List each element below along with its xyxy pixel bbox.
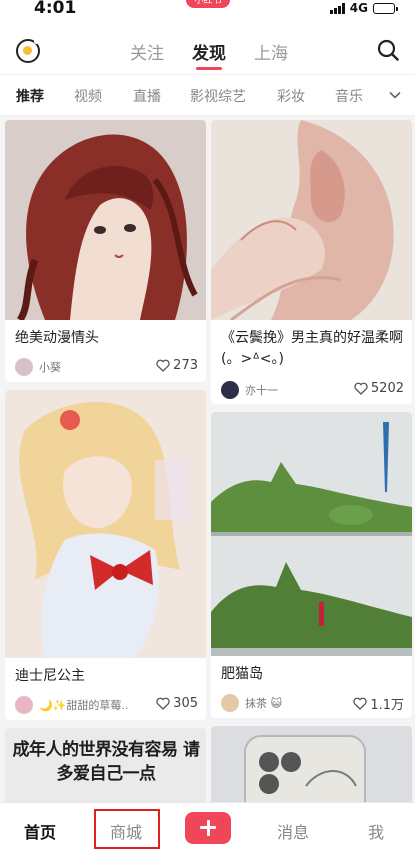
status-bar: 4:01 小红书 4G xyxy=(0,0,415,22)
note-card[interactable]: 《云鬓挽》男主真的好温柔啊 (。>ᐞ<。) 亦十一 5202 xyxy=(211,120,412,404)
note-image xyxy=(211,726,412,802)
author-name[interactable]: 小葵 xyxy=(39,359,61,375)
note-card[interactable]: 成年人的世界没有容易 请多爱自己一点 xyxy=(5,728,206,802)
logo-icon[interactable] xyxy=(16,39,40,63)
plus-icon[interactable] xyxy=(185,812,231,844)
note-image xyxy=(211,412,412,656)
note-image xyxy=(5,120,206,320)
tab-messages[interactable]: 消息 xyxy=(277,819,309,843)
note-card[interactable] xyxy=(211,726,412,802)
note-meta: 🌙✨甜甜的草莓... 305 xyxy=(15,696,198,714)
status-indicators: 4G xyxy=(329,1,398,15)
heart-icon xyxy=(353,697,367,710)
category-bar: 推荐 视频 直播 影视综艺 彩妆 音乐 xyxy=(0,74,415,116)
category-film[interactable]: 影视综艺 xyxy=(190,86,246,106)
category-makeup[interactable]: 彩妆 xyxy=(277,86,305,106)
like-button[interactable]: 273 xyxy=(156,358,198,373)
battery-icon xyxy=(373,2,398,14)
like-button[interactable]: 305 xyxy=(156,696,198,711)
top-nav: 关注 发现 上海 xyxy=(0,22,415,74)
tab-following[interactable]: 关注 xyxy=(130,39,164,64)
avatar[interactable] xyxy=(221,694,239,712)
chevron-down-icon[interactable] xyxy=(389,89,401,101)
note-meta: 小葵 273 xyxy=(15,358,198,376)
note-meta: 亦十一 5202 xyxy=(221,381,404,399)
heart-icon xyxy=(156,697,170,710)
category-live[interactable]: 直播 xyxy=(133,86,161,106)
note-image xyxy=(5,390,206,658)
author-name[interactable]: 🌙✨甜甜的草莓... xyxy=(39,697,129,713)
like-button[interactable]: 1.1万 xyxy=(353,694,404,713)
note-card[interactable]: 肥猫岛 抹茶 😺 1.1万 xyxy=(211,412,412,718)
avatar[interactable] xyxy=(15,358,33,376)
note-image-caption: 成年人的世界没有容易 请多爱自己一点 xyxy=(12,740,200,784)
note-title: 迪士尼公主 xyxy=(15,668,85,684)
avatar[interactable] xyxy=(15,696,33,714)
bottom-nav: 首页 商城 消息 我 xyxy=(0,802,415,856)
heart-icon xyxy=(354,382,368,395)
tab-me[interactable]: 我 xyxy=(368,819,384,843)
tab-shanghai[interactable]: 上海 xyxy=(254,39,288,64)
avatar[interactable] xyxy=(221,381,239,399)
feed: 绝美动漫情头 小葵 273 迪士尼公主 🌙✨甜甜的草莓... 305 成年人的世… xyxy=(0,116,415,802)
note-card[interactable]: 绝美动漫情头 小葵 273 xyxy=(5,120,206,382)
note-title: 《云鬓挽》男主真的好温柔啊 (。>ᐞ<。) xyxy=(221,330,403,367)
category-music[interactable]: 音乐 xyxy=(335,86,363,106)
like-count: 305 xyxy=(173,696,198,711)
notice-pill: 小红书 xyxy=(186,0,230,8)
note-card[interactable]: 迪士尼公主 🌙✨甜甜的草莓... 305 xyxy=(5,390,206,720)
heart-icon xyxy=(156,359,170,372)
author-name[interactable]: 亦十一 xyxy=(245,382,278,398)
category-recommend[interactable]: 推荐 xyxy=(16,86,44,106)
like-count: 5202 xyxy=(370,381,404,396)
category-video[interactable]: 视频 xyxy=(74,86,102,106)
signal-icon xyxy=(329,2,345,14)
like-count: 273 xyxy=(173,358,198,373)
network-type: 4G xyxy=(349,1,368,15)
tab-home[interactable]: 首页 xyxy=(24,819,56,843)
tab-mall[interactable]: 商城 xyxy=(110,819,142,843)
note-meta: 抹茶 😺 1.1万 xyxy=(221,694,404,713)
tab-discover[interactable]: 发现 xyxy=(192,39,226,64)
active-tab-indicator xyxy=(196,67,222,70)
note-title: 绝美动漫情头 xyxy=(15,330,99,346)
note-image xyxy=(211,120,412,320)
like-button[interactable]: 5202 xyxy=(354,381,404,396)
note-title: 肥猫岛 xyxy=(221,666,263,682)
author-name[interactable]: 抹茶 😺 xyxy=(245,695,282,711)
status-time: 4:01 xyxy=(34,0,77,18)
like-count: 1.1万 xyxy=(370,698,404,713)
search-icon[interactable] xyxy=(377,39,399,61)
